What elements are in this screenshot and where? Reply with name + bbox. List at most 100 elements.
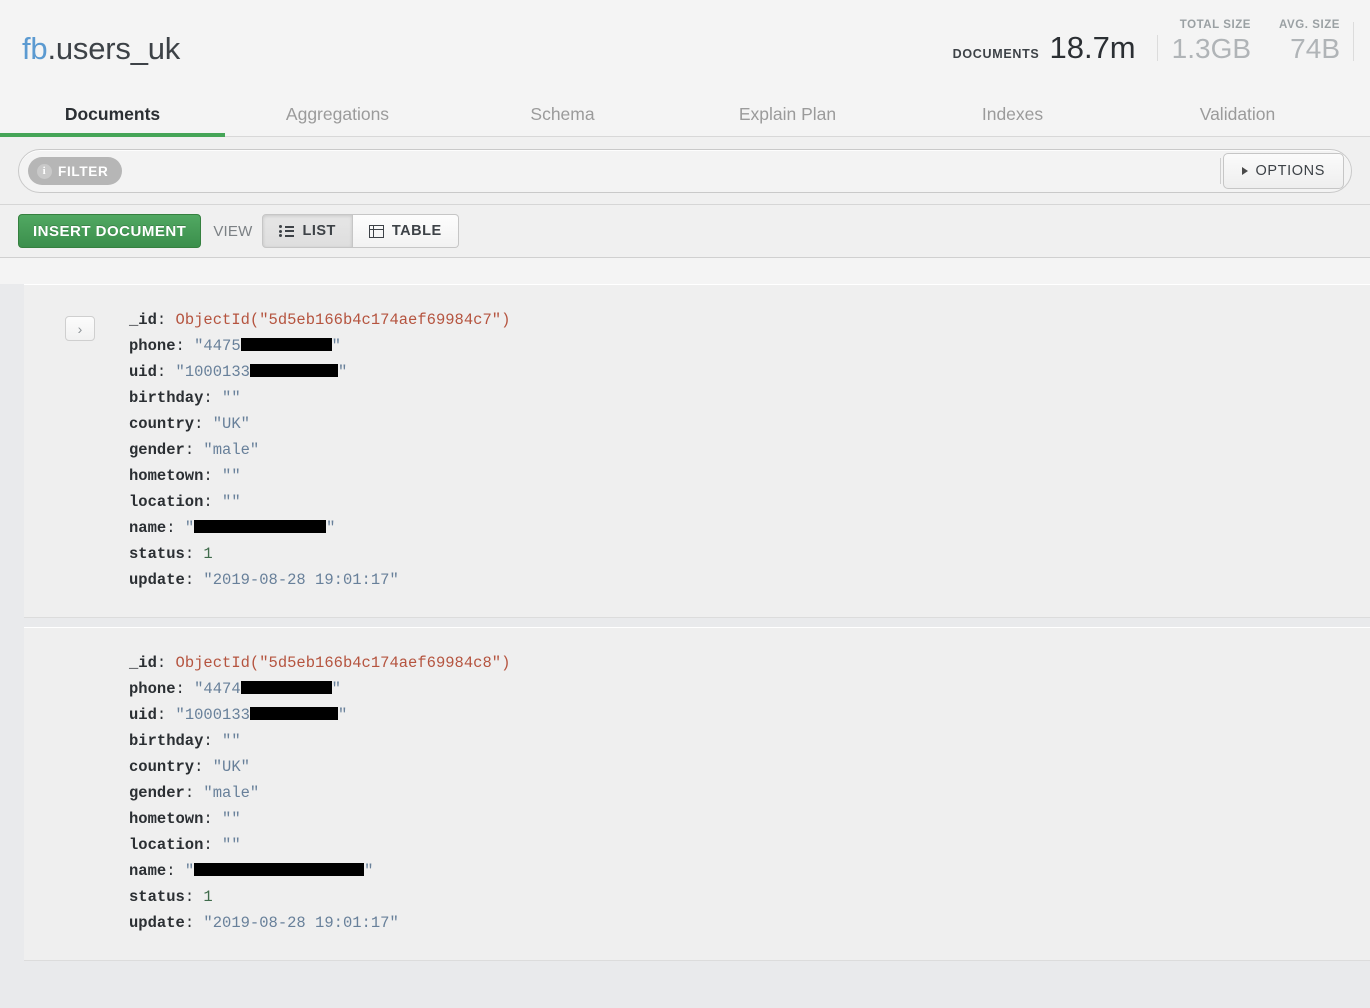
field-separator: : [157, 363, 176, 381]
table-grid-icon [369, 225, 384, 238]
options-button-label: OPTIONS [1256, 163, 1325, 179]
stat-avg-size-label: AVG. SIZE [1279, 18, 1340, 33]
field-key: phone [129, 337, 176, 355]
redaction-bar [250, 707, 338, 720]
field-value: "1000133" [176, 363, 348, 381]
field-value: "male" [203, 784, 259, 802]
tab-explain-plan[interactable]: Explain Plan [675, 104, 900, 136]
field-separator: : [185, 888, 204, 906]
redaction-bar [194, 863, 364, 876]
field-value: "2019-08-28 19:01:17" [203, 914, 398, 932]
document-field: gender: "male" [129, 437, 1370, 463]
document-field: status: 1 [129, 884, 1370, 910]
database-name: fb [22, 31, 47, 66]
field-key: uid [129, 706, 157, 724]
document-fields: _id: ObjectId("5d5eb166b4c174aef69984c8"… [24, 650, 1370, 936]
document-field: update: "2019-08-28 19:01:17" [129, 910, 1370, 936]
field-separator: : [166, 519, 185, 537]
collection-name: users_uk [56, 31, 180, 66]
field-key: location [129, 836, 203, 854]
field-separator: : [194, 758, 213, 776]
filter-input[interactable] [122, 150, 1217, 192]
field-separator: : [185, 784, 204, 802]
field-value: 1 [203, 888, 212, 906]
field-separator: : [203, 732, 222, 750]
field-key: name [129, 862, 166, 880]
collection-tabs: Documents Aggregations Schema Explain Pl… [0, 90, 1350, 136]
field-value: "" [222, 389, 241, 407]
field-separator: : [157, 654, 176, 672]
field-value: "4475" [194, 337, 341, 355]
stat-avg-size-value: 74B [1290, 33, 1340, 65]
field-value: "" [222, 493, 241, 511]
view-table-button[interactable]: TABLE [353, 214, 459, 248]
list-icon [279, 225, 294, 237]
redaction-bar [250, 364, 338, 377]
documents-toolbar: INSERT DOCUMENT VIEW LIST TABLE [0, 205, 1370, 258]
document-field: update: "2019-08-28 19:01:17" [129, 567, 1370, 593]
field-separator: : [185, 571, 204, 589]
insert-document-button[interactable]: INSERT DOCUMENT [18, 214, 201, 248]
field-key: name [129, 519, 166, 537]
filter-badge-label: FILTER [58, 164, 108, 179]
stat-avg-size: AVG. SIZE 74B [1265, 18, 1354, 65]
expand-document-button[interactable]: › [65, 316, 95, 341]
filter-badge[interactable]: i FILTER [28, 157, 122, 185]
stat-documents-value: 18.7m [1049, 31, 1135, 65]
field-value: "" [222, 810, 241, 828]
field-value: "" [185, 862, 374, 880]
field-separator: : [203, 389, 222, 407]
field-separator: : [203, 493, 222, 511]
field-key: birthday [129, 389, 203, 407]
field-separator: : [157, 311, 176, 329]
field-key: country [129, 415, 194, 433]
field-key: gender [129, 441, 185, 459]
document-field: hometown: "" [129, 463, 1370, 489]
tab-schema[interactable]: Schema [450, 104, 675, 136]
field-key: birthday [129, 732, 203, 750]
stat-documents: DOCUMENTS 18.7m [939, 31, 1158, 65]
field-value: "male" [203, 441, 259, 459]
document-card: › _id: ObjectId("5d5eb166b4c174aef69984c… [24, 284, 1370, 618]
field-key: hometown [129, 467, 203, 485]
field-key: gender [129, 784, 185, 802]
document-field: _id: ObjectId("5d5eb166b4c174aef69984c7"… [129, 307, 1370, 333]
field-separator: : [185, 914, 204, 932]
field-separator: : [176, 337, 195, 355]
options-button[interactable]: OPTIONS [1223, 153, 1344, 189]
tab-aggregations[interactable]: Aggregations [225, 104, 450, 136]
field-key: _id [129, 311, 157, 329]
view-label: VIEW [213, 223, 252, 240]
filter-box: i FILTER OPTIONS [18, 149, 1352, 193]
field-key: status [129, 545, 185, 563]
field-key: _id [129, 654, 157, 672]
redaction-bar [241, 338, 332, 351]
document-list[interactable]: › _id: ObjectId("5d5eb166b4c174aef69984c… [0, 284, 1370, 1008]
field-value: "" [222, 732, 241, 750]
document-field: birthday: "" [129, 385, 1370, 411]
tab-indexes[interactable]: Indexes [900, 104, 1125, 136]
field-value: ObjectId("5d5eb166b4c174aef69984c7") [176, 311, 511, 329]
field-separator: : [194, 415, 213, 433]
stat-documents-label: DOCUMENTS [953, 47, 1040, 62]
field-value: "4474" [194, 680, 341, 698]
document-field: hometown: "" [129, 806, 1370, 832]
field-key: update [129, 571, 185, 589]
field-value: "UK" [213, 758, 250, 776]
field-key: uid [129, 363, 157, 381]
tab-validation[interactable]: Validation [1125, 104, 1350, 136]
stat-total-size-value: 1.3GB [1172, 33, 1251, 65]
field-separator: : [185, 441, 204, 459]
field-key: status [129, 888, 185, 906]
field-key: country [129, 758, 194, 776]
namespace-separator: . [47, 31, 55, 66]
document-field: uid: "1000133" [129, 359, 1370, 385]
tab-documents[interactable]: Documents [0, 104, 225, 136]
view-list-label: LIST [302, 223, 335, 239]
view-list-button[interactable]: LIST [262, 214, 352, 248]
field-key: hometown [129, 810, 203, 828]
query-bar: i FILTER OPTIONS [0, 137, 1370, 205]
field-key: update [129, 914, 185, 932]
field-separator: : [203, 810, 222, 828]
document-field: phone: "4474" [129, 676, 1370, 702]
